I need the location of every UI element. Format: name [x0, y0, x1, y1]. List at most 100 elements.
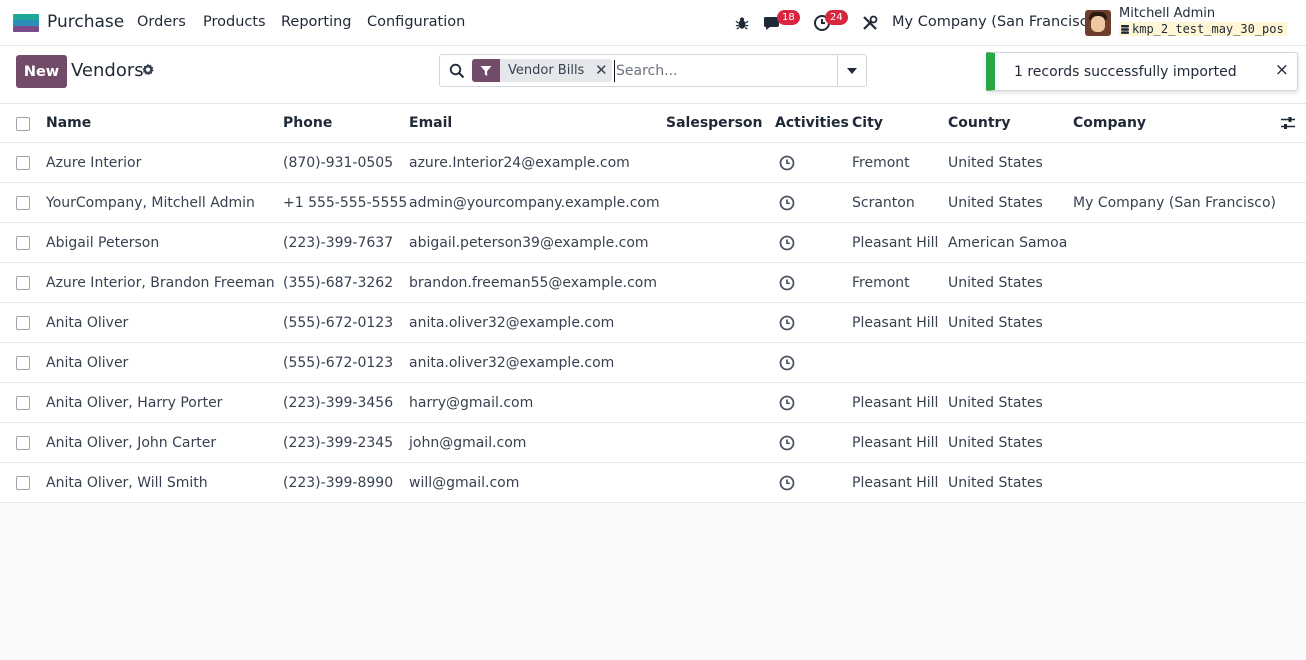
- cell-country: United States: [948, 394, 1043, 411]
- cell-phone: (555)-672-0123: [283, 314, 394, 331]
- row-checkbox[interactable]: [16, 156, 30, 170]
- activity-clock-icon[interactable]: [779, 343, 795, 382]
- top-navbar: Purchase Orders Products Reporting Confi…: [0, 0, 1306, 46]
- menu-reporting[interactable]: Reporting: [281, 14, 352, 30]
- caret-down-icon: [847, 67, 857, 74]
- cell-country: United States: [948, 314, 1043, 331]
- cell-country: United States: [948, 434, 1043, 451]
- column-header-company[interactable]: Company: [1073, 104, 1146, 142]
- cell-email: anita.oliver32@example.com: [409, 314, 615, 331]
- control-panel: New Vendors Vendor Bills ✕ 1 records suc…: [0, 46, 1306, 104]
- toast-close-icon[interactable]: ×: [1275, 60, 1289, 80]
- menu-products[interactable]: Products: [203, 14, 266, 30]
- cell-email: anita.oliver32@example.com: [409, 354, 615, 371]
- cell-city: Fremont: [852, 274, 910, 291]
- menu-orders[interactable]: Orders: [137, 14, 186, 30]
- cell-city: Pleasant Hill: [852, 474, 939, 491]
- table-row[interactable]: Anita Oliver (555)-672-0123 anita.oliver32…: [0, 303, 1306, 343]
- cell-name: Azure Interior: [46, 154, 142, 171]
- search-options-toggle[interactable]: [837, 55, 866, 86]
- cell-phone: (223)-399-2345: [283, 434, 394, 451]
- cell-name: Anita Oliver: [46, 314, 129, 331]
- cell-country: United States: [948, 194, 1043, 211]
- cell-country: United States: [948, 274, 1043, 291]
- gear-icon[interactable]: [141, 63, 155, 77]
- cell-email: azure.Interior24@example.com: [409, 154, 630, 171]
- user-avatar[interactable]: [1085, 10, 1111, 36]
- column-header-salesperson[interactable]: Salesperson: [666, 104, 763, 142]
- activity-clock-icon[interactable]: [779, 143, 795, 182]
- facet-label: Vendor Bills: [508, 63, 585, 78]
- cell-name: Azure Interior, Brandon Freeman: [46, 274, 275, 291]
- select-all-checkbox[interactable]: [16, 117, 30, 131]
- column-header-name[interactable]: Name: [46, 104, 91, 142]
- column-header-activities[interactable]: Activities: [775, 104, 849, 142]
- column-header-phone[interactable]: Phone: [283, 104, 332, 142]
- cell-phone: (223)-399-3456: [283, 394, 394, 411]
- search-icon[interactable]: [449, 63, 465, 79]
- table-row[interactable]: Abigail Peterson (223)-399-7637 abigail.pe…: [0, 223, 1306, 263]
- activity-clock-icon[interactable]: [779, 463, 795, 502]
- page-title: Vendors: [71, 60, 144, 81]
- cell-email: john@gmail.com: [409, 434, 527, 451]
- column-header-email[interactable]: Email: [409, 104, 452, 142]
- row-checkbox[interactable]: [16, 196, 30, 210]
- activity-clock-icon[interactable]: [779, 383, 795, 422]
- table-row[interactable]: Anita Oliver, Harry Porter (223)-399-3456…: [0, 383, 1306, 423]
- cell-phone: +1 555-555-5555: [283, 194, 408, 211]
- cell-phone: (870)-931-0505: [283, 154, 394, 171]
- cell-city: Pleasant Hill: [852, 314, 939, 331]
- tools-icon[interactable]: [859, 12, 881, 34]
- messages-badge: 18: [777, 10, 800, 25]
- cell-email: harry@gmail.com: [409, 394, 534, 411]
- activity-clock-icon[interactable]: [779, 263, 795, 302]
- table-row[interactable]: Azure Interior, Brandon Freeman (355)-687…: [0, 263, 1306, 303]
- user-name[interactable]: Mitchell Admin: [1119, 6, 1215, 21]
- cell-name: Anita Oliver: [46, 354, 129, 371]
- table-row[interactable]: YourCompany, Mitchell Admin +1 555-555-55…: [0, 183, 1306, 223]
- activities-badge: 24: [825, 10, 848, 25]
- column-header-country[interactable]: Country: [948, 104, 1011, 142]
- table-row[interactable]: Anita Oliver, Will Smith (223)-399-8990 wi…: [0, 463, 1306, 503]
- search-facet: Vendor Bills ✕: [472, 59, 613, 82]
- cell-city: Scranton: [852, 194, 915, 211]
- cell-phone: (223)-399-7637: [283, 234, 394, 251]
- cell-city: Pleasant Hill: [852, 434, 939, 451]
- activity-clock-icon[interactable]: [779, 183, 795, 222]
- facet-remove-close-icon[interactable]: ✕: [590, 59, 612, 82]
- cell-name: YourCompany, Mitchell Admin: [46, 194, 255, 211]
- cell-city: Pleasant Hill: [852, 234, 939, 251]
- toast-message: 1 records successfully imported: [1014, 64, 1237, 80]
- activity-clock-icon[interactable]: [779, 223, 795, 262]
- cell-country: American Samoa: [948, 234, 1068, 251]
- new-button[interactable]: New: [16, 55, 67, 88]
- table-row[interactable]: Azure Interior (870)-931-0505 azure.Interi…: [0, 143, 1306, 183]
- app-logo-icon[interactable]: [13, 14, 39, 32]
- filter-icon: [472, 59, 500, 82]
- activity-clock-icon[interactable]: [779, 423, 795, 462]
- row-checkbox[interactable]: [16, 316, 30, 330]
- row-checkbox[interactable]: [16, 436, 30, 450]
- row-checkbox[interactable]: [16, 236, 30, 250]
- cell-phone: (555)-672-0123: [283, 354, 394, 371]
- cell-city: Pleasant Hill: [852, 394, 939, 411]
- cell-name: Anita Oliver, John Carter: [46, 434, 217, 451]
- row-checkbox[interactable]: [16, 476, 30, 490]
- sliders-icon[interactable]: [1281, 116, 1295, 130]
- cell-email: abigail.peterson39@example.com: [409, 234, 649, 251]
- activity-clock-icon[interactable]: [779, 303, 795, 342]
- cell-name: Anita Oliver, Harry Porter: [46, 394, 223, 411]
- column-header-city[interactable]: City: [852, 104, 883, 142]
- menu-configuration[interactable]: Configuration: [367, 14, 465, 30]
- table-row[interactable]: Anita Oliver (555)-672-0123 anita.oliver32…: [0, 343, 1306, 383]
- row-checkbox[interactable]: [16, 396, 30, 410]
- search-input[interactable]: [614, 60, 834, 82]
- database-label: kmp_2_test_may_30_pos: [1132, 22, 1284, 36]
- company-switcher[interactable]: My Company (San Francisco): [892, 14, 1102, 30]
- table-row[interactable]: Anita Oliver, John Carter (223)-399-2345 j…: [0, 423, 1306, 463]
- row-checkbox[interactable]: [16, 356, 30, 370]
- row-checkbox[interactable]: [16, 276, 30, 290]
- notification-toast: 1 records successfully imported ×: [986, 52, 1298, 91]
- bug-icon[interactable]: [731, 12, 753, 34]
- app-name[interactable]: Purchase: [47, 12, 124, 32]
